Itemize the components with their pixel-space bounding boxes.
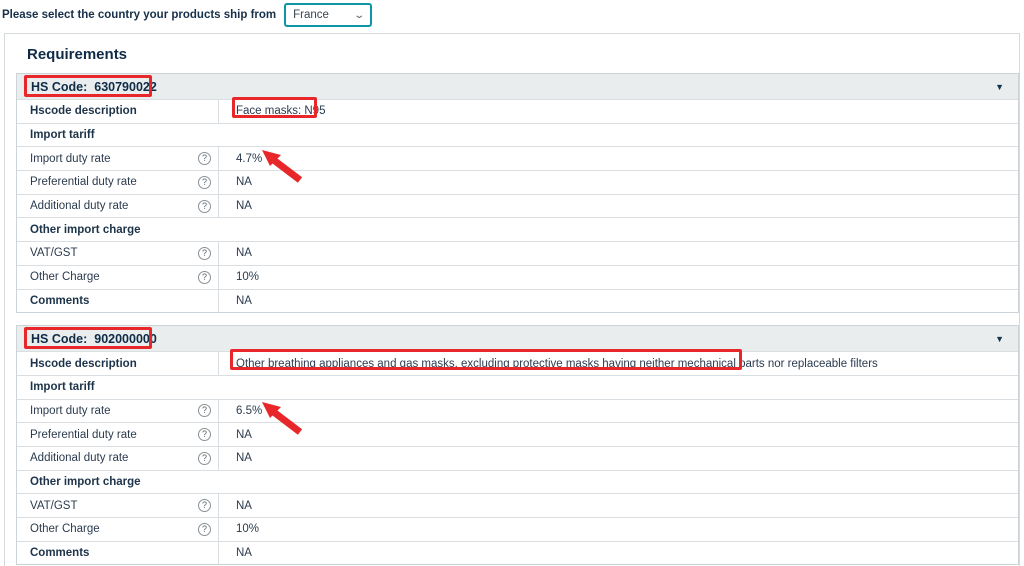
- help-icon[interactable]: ?: [198, 523, 211, 536]
- table-row: Import duty rate? 6.5%: [17, 399, 1018, 423]
- table-row: Preferential duty rate? NA: [17, 170, 1018, 194]
- row-label: Import duty rate: [30, 153, 198, 165]
- row-value: NA: [219, 447, 1018, 470]
- section-label: Other import charge: [17, 218, 1018, 241]
- table-section-row: Other import charge: [17, 217, 1018, 241]
- row-label: Hscode description: [30, 105, 211, 117]
- row-label: Comments: [30, 295, 211, 307]
- table-row: Other Charge? 10%: [17, 265, 1018, 289]
- help-icon[interactable]: ?: [198, 404, 211, 417]
- row-value: NA: [219, 423, 1018, 446]
- table-row: Import duty rate? 4.7%: [17, 146, 1018, 170]
- table-row: VAT/GST? NA: [17, 241, 1018, 265]
- row-value: NA: [219, 171, 1018, 194]
- row-label: Additional duty rate: [30, 452, 198, 464]
- section-label: Import tariff: [17, 376, 1018, 399]
- row-label: Comments: [30, 547, 211, 559]
- row-value: 6.5%: [219, 400, 1018, 423]
- help-icon[interactable]: ?: [198, 452, 211, 465]
- table-row: Hscode description Other breathing appli…: [17, 351, 1018, 375]
- table-row: Hscode description Face masks: N95: [17, 99, 1018, 123]
- hs-code-label: HS Code:: [31, 80, 87, 94]
- row-label: Other Charge: [30, 271, 198, 283]
- hs-code-table-902000000: HS Code: 902000000 ▼ Hscode description …: [16, 325, 1019, 565]
- row-label: VAT/GST: [30, 500, 198, 512]
- help-icon[interactable]: ?: [198, 428, 211, 441]
- row-label: Preferential duty rate: [30, 429, 198, 441]
- hs-code-title: HS Code: 902000000: [31, 332, 157, 346]
- row-value: NA: [219, 290, 1018, 313]
- help-icon[interactable]: ?: [198, 200, 211, 213]
- hs-code-table-630790022: HS Code: 630790022 ▼ Hscode description …: [16, 73, 1019, 313]
- table-row: Preferential duty rate? NA: [17, 422, 1018, 446]
- row-label: Hscode description: [30, 358, 211, 370]
- country-select-value: France: [293, 9, 329, 21]
- row-value: NA: [219, 195, 1018, 218]
- table-section-row: Import tariff: [17, 123, 1018, 147]
- hs-code-header[interactable]: HS Code: 902000000 ▼: [17, 326, 1018, 351]
- row-value: Face masks: N95: [219, 100, 1018, 123]
- help-icon[interactable]: ?: [198, 271, 211, 284]
- row-value: 10%: [219, 518, 1018, 541]
- hs-code-value: 630790022: [94, 80, 157, 94]
- requirements-panel: Requirements HS Code: 630790022 ▼ Hscode…: [4, 33, 1020, 566]
- country-select-label: Please select the country your products …: [2, 9, 276, 21]
- table-row: Additional duty rate? NA: [17, 446, 1018, 470]
- row-value: 4.7%: [219, 147, 1018, 170]
- row-value: NA: [219, 542, 1018, 565]
- table-section-row: Other import charge: [17, 470, 1018, 494]
- row-label: Import duty rate: [30, 405, 198, 417]
- table-section-row: Import tariff: [17, 375, 1018, 399]
- row-label: Additional duty rate: [30, 200, 198, 212]
- ship-from-bar: Please select the country your products …: [2, 2, 372, 28]
- hs-code-label: HS Code:: [31, 332, 87, 346]
- hs-code-header[interactable]: HS Code: 630790022 ▼: [17, 74, 1018, 99]
- row-label: Other Charge: [30, 523, 198, 535]
- table-row: Comments NA: [17, 541, 1018, 565]
- row-value: Other breathing appliances and gas masks…: [219, 352, 1018, 375]
- country-select[interactable]: France ⌄: [284, 3, 372, 27]
- hs-code-title: HS Code: 630790022: [31, 80, 157, 94]
- collapse-caret-icon[interactable]: ▼: [995, 334, 1004, 344]
- row-value: NA: [219, 494, 1018, 517]
- table-row: VAT/GST? NA: [17, 493, 1018, 517]
- table-row: Additional duty rate? NA: [17, 194, 1018, 218]
- help-icon[interactable]: ?: [198, 247, 211, 260]
- section-label: Other import charge: [17, 471, 1018, 494]
- hs-code-value: 902000000: [94, 332, 157, 346]
- table-row: Comments NA: [17, 289, 1018, 313]
- page-title: Requirements: [27, 46, 1019, 63]
- help-icon[interactable]: ?: [198, 152, 211, 165]
- table-row: Other Charge? 10%: [17, 517, 1018, 541]
- chevron-down-icon: ⌄: [353, 10, 365, 21]
- row-value: NA: [219, 242, 1018, 265]
- section-label: Import tariff: [17, 124, 1018, 147]
- help-icon[interactable]: ?: [198, 499, 211, 512]
- row-label: Preferential duty rate: [30, 176, 198, 188]
- row-value: 10%: [219, 266, 1018, 289]
- row-label: VAT/GST: [30, 247, 198, 259]
- collapse-caret-icon[interactable]: ▼: [995, 82, 1004, 92]
- help-icon[interactable]: ?: [198, 176, 211, 189]
